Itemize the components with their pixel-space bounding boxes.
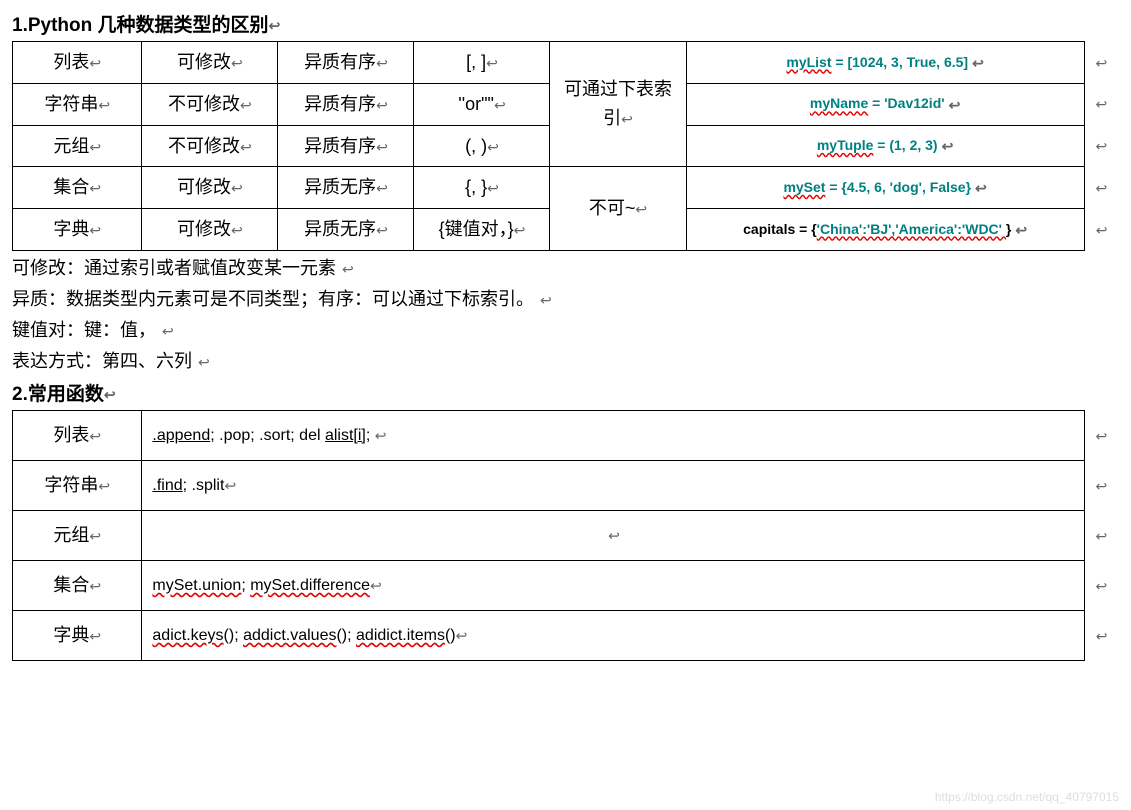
syntax-cell: (, )↩ [414, 125, 550, 167]
syntax-cell: {键值对，}↩ [414, 209, 550, 251]
functions-cell: ↩ [142, 510, 1084, 560]
type-name: 字典↩ [13, 610, 142, 660]
note-line: 异质：数据类型内元素可是不同类型；有序：可以通过下标索引。↩ [12, 286, 1119, 313]
syntax-cell: {, }↩ [414, 167, 550, 209]
example-cell: mySet = {4.5, 6, 'dog', False}↩ [686, 167, 1084, 209]
type-name: 列表↩ [13, 42, 142, 84]
table-row: 字典↩ adict.keys(); addict.values(); adidi… [13, 610, 1119, 660]
example-cell: myTuple = (1, 2, 3)↩ [686, 125, 1084, 167]
margin-cell: ↩ [1084, 125, 1118, 167]
order-cell: 异质无序↩ [278, 209, 414, 251]
functions-cell: .find; .split↩ [142, 460, 1084, 510]
table-row: 集合↩ 可修改↩ 异质无序↩ {, }↩ 不可~↩ mySet = {4.5, … [13, 167, 1119, 209]
mutable-cell: 不可修改↩ [142, 83, 278, 125]
syntax-cell: ''or""↩ [414, 83, 550, 125]
note-line: 表达方式：第四、六列↩ [12, 348, 1119, 375]
type-name: 列表↩ [13, 410, 142, 460]
table-row: 列表↩ 可修改↩ 异质有序↩ [, ]↩ 可通过下表索引↩ myList = [… [13, 42, 1119, 84]
mutable-cell: 可修改↩ [142, 167, 278, 209]
indexable-cell: 可通过下表索引↩ [550, 42, 686, 167]
note-line: 可修改：通过索引或者赋值改变某一元素↩ [12, 255, 1119, 282]
margin-cell: ↩ [1084, 410, 1118, 460]
functions-cell: adict.keys(); addict.values(); adidict.i… [142, 610, 1084, 660]
mutable-cell: 可修改↩ [142, 209, 278, 251]
order-cell: 异质有序↩ [278, 83, 414, 125]
type-name: 字典↩ [13, 209, 142, 251]
table-row: 字符串↩ .find; .split↩ ↩ [13, 460, 1119, 510]
margin-cell: ↩ [1084, 610, 1118, 660]
margin-cell: ↩ [1084, 42, 1118, 84]
example-cell: myName = 'Dav12id'↩ [686, 83, 1084, 125]
margin-cell: ↩ [1084, 83, 1118, 125]
type-name: 字符串↩ [13, 460, 142, 510]
example-cell: myList = [1024, 3, True, 6.5]↩ [686, 42, 1084, 84]
data-types-table: 列表↩ 可修改↩ 异质有序↩ [, ]↩ 可通过下表索引↩ myList = [… [12, 41, 1119, 251]
heading-1: 1.Python 几种数据类型的区别↩ [12, 10, 1119, 37]
table-row: 元组↩ ↩ ↩ [13, 510, 1119, 560]
type-name: 字符串↩ [13, 83, 142, 125]
order-cell: 异质无序↩ [278, 167, 414, 209]
functions-table: 列表↩ .append; .pop; .sort; del alist[i]; … [12, 410, 1119, 661]
margin-cell: ↩ [1084, 209, 1118, 251]
functions-cell: .append; .pop; .sort; del alist[i]; ↩ [142, 410, 1084, 460]
type-name: 集合↩ [13, 560, 142, 610]
mutable-cell: 不可修改↩ [142, 125, 278, 167]
margin-cell: ↩ [1084, 560, 1118, 610]
order-cell: 异质有序↩ [278, 42, 414, 84]
example-cell: capitals = {'China':'BJ','America':'WDC'… [686, 209, 1084, 251]
note-line: 键值对：键：值，↩ [12, 317, 1119, 344]
heading-2: 2.常用函数↩ [12, 379, 1119, 406]
margin-cell: ↩ [1084, 460, 1118, 510]
type-name: 元组↩ [13, 125, 142, 167]
margin-cell: ↩ [1084, 167, 1118, 209]
heading-2-text: 2.常用函数 [12, 384, 104, 405]
type-name: 集合↩ [13, 167, 142, 209]
mutable-cell: 可修改↩ [142, 42, 278, 84]
order-cell: 异质有序↩ [278, 125, 414, 167]
type-name: 元组↩ [13, 510, 142, 560]
table-row: 列表↩ .append; .pop; .sort; del alist[i]; … [13, 410, 1119, 460]
margin-cell: ↩ [1084, 510, 1118, 560]
functions-cell: mySet.union; mySet.difference↩ [142, 560, 1084, 610]
indexable-cell: 不可~↩ [550, 167, 686, 251]
table-row: 集合↩ mySet.union; mySet.difference↩ ↩ [13, 560, 1119, 610]
return-mark: ↩ [269, 17, 281, 33]
syntax-cell: [, ]↩ [414, 42, 550, 84]
heading-1-text: 1.Python 几种数据类型的区别 [12, 15, 269, 36]
watermark: https://blog.csdn.net/qq_40797015 [935, 790, 1119, 804]
